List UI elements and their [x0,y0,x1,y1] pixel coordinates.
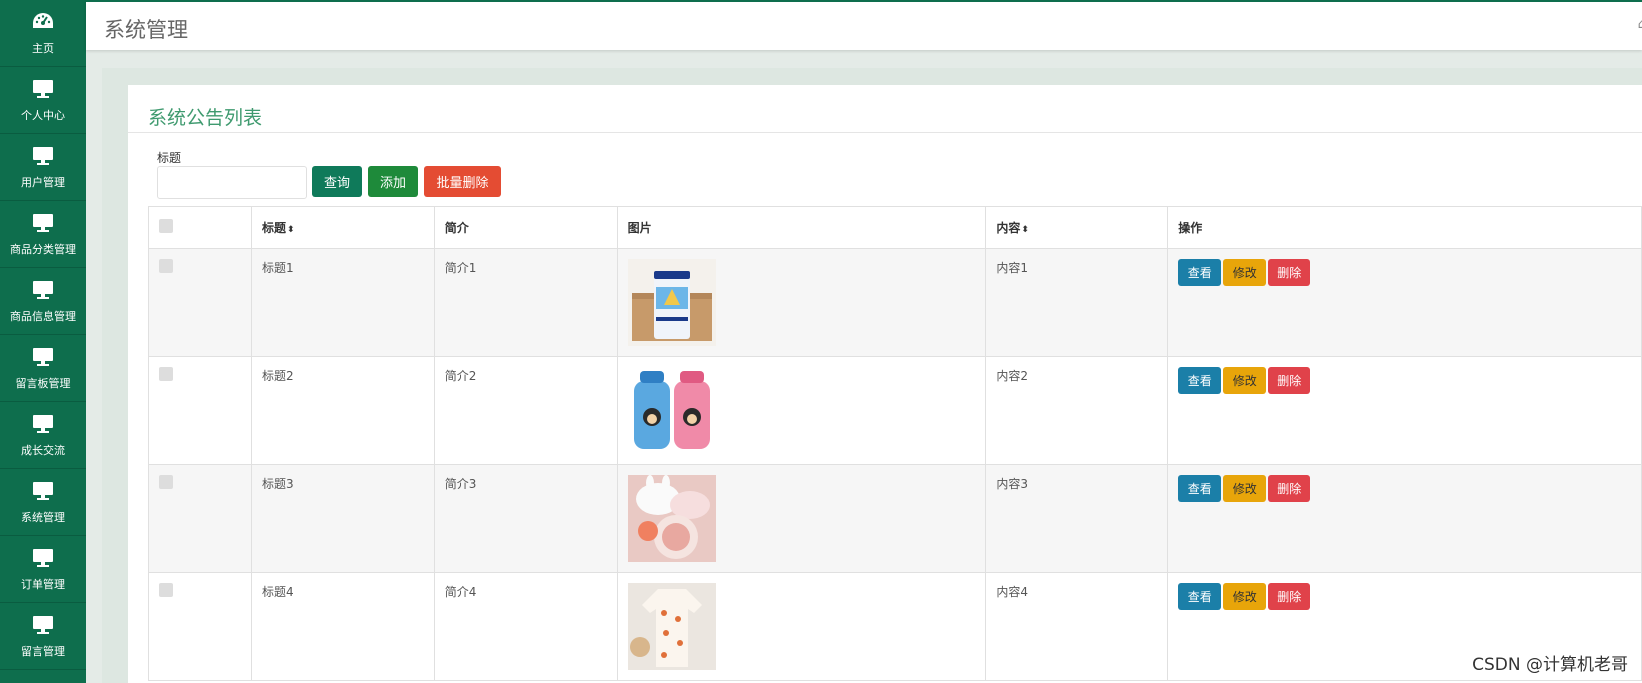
row-checkbox[interactable] [159,367,173,381]
monitor-icon [31,77,55,101]
edit-button[interactable]: 修改 [1223,367,1267,394]
home-icon[interactable]: ⌂ [1638,17,1642,32]
content-header-label: 内容 [996,221,1021,235]
row-content: 内容3 [985,464,1169,573]
table-header-row: 标题⬍ 简介 图片 内容⬍ 操作 [148,206,1642,249]
monitor-icon [31,412,55,436]
sidebar-item-order-management[interactable]: 订单管理 [0,536,86,603]
dashboard-icon [31,10,55,34]
sidebar-item-category-management[interactable]: 商品分类管理 [0,201,86,268]
sidebar-item-label: 系统管理 [21,511,65,524]
delete-button[interactable]: 删除 [1268,367,1311,394]
table-row: 标题2 简介2 内容2 查看 修改 删除 [148,356,1642,465]
title-header[interactable]: 标题⬍ [250,206,435,249]
intro-header: 简介 [433,206,618,249]
row-title: 标题1 [250,248,435,357]
sidebar-item-system-management[interactable]: 系统管理 [0,469,86,536]
search-label: 标题 [157,151,182,165]
row-content: 内容2 [985,356,1169,465]
sidebar-item-label: 个人中心 [21,109,65,122]
row-content: 内容1 [985,248,1169,357]
notice-table: 标题⬍ 简介 图片 内容⬍ 操作 标题1 简介1 内容1 查看 修改 删除 标题… [148,206,1642,681]
batch-delete-button[interactable]: 批量删除 [424,166,501,197]
view-button[interactable]: 查看 [1178,259,1222,286]
select-all-checkbox[interactable] [159,219,173,233]
row-intro: 简介4 [433,572,618,681]
edit-button[interactable]: 修改 [1223,259,1267,286]
query-button[interactable]: 查询 [312,166,362,197]
row-intro: 简介2 [433,356,618,465]
monitor-icon [31,546,55,570]
sidebar-item-label: 订单管理 [21,578,65,591]
sidebar-item-personal-center[interactable]: 个人中心 [0,67,86,134]
image-header: 图片 [616,206,987,249]
row-checkbox[interactable] [159,583,173,597]
sidebar-item-label: 成长交流 [21,444,65,457]
row-intro: 简介1 [433,248,618,357]
sidebar: 主页 个人中心 用户管理 商品分类管理 商品信息管理 留言板管理 成长交流 系统… [0,0,86,683]
panel-title: 系统公告列表 [148,107,263,129]
baby-bottles-image[interactable] [627,367,716,454]
view-button[interactable]: 查看 [1178,367,1222,394]
divider [128,132,1642,133]
row-checkbox[interactable] [159,259,173,273]
row-checkbox[interactable] [159,475,173,489]
sidebar-item-label: 留言板管理 [15,377,71,390]
sidebar-item-user-management[interactable]: 用户管理 [0,134,86,201]
delete-button[interactable]: 删除 [1268,259,1311,286]
table-row: 标题4 简介4 内容4 查看 修改 删除 [148,572,1642,681]
row-content: 内容4 [985,572,1169,681]
table-row: 标题3 简介3 内容3 查看 修改 删除 [148,464,1642,573]
monitor-icon [31,278,55,302]
row-title: 标题2 [250,356,435,465]
actions-header: 操作 [1167,206,1642,249]
sidebar-item-label: 留言管理 [21,645,65,658]
sidebar-item-label: 商品信息管理 [10,310,76,323]
row-intro: 简介3 [433,464,618,573]
view-button[interactable]: 查看 [1178,475,1222,502]
monitor-icon [31,144,55,168]
sidebar-item-home[interactable]: 主页 [0,0,86,67]
sidebar-item-message-management[interactable]: 留言管理 [0,603,86,670]
table-row: 标题1 简介1 内容1 查看 修改 删除 [148,248,1642,357]
edit-button[interactable]: 修改 [1223,583,1267,610]
delete-button[interactable]: 删除 [1268,583,1311,610]
edit-button[interactable]: 修改 [1223,475,1267,502]
sort-icon: ⬍ [286,225,295,235]
sort-icon: ⬍ [1021,225,1029,235]
row-title: 标题3 [250,464,435,573]
monitor-icon [31,613,55,637]
sidebar-item-growth-exchange[interactable]: 成长交流 [0,402,86,469]
watermark: CSDN @计算机老哥 [1472,655,1628,675]
sidebar-item-message-board[interactable]: 留言板管理 [0,335,86,402]
title-header-label: 标题 [261,221,286,235]
notice-list-panel: 系统公告列表 标题 查询 添加 批量删除 标题⬍ 简介 图片 内容⬍ 操作 标题… [128,85,1642,683]
add-button[interactable]: 添加 [368,166,418,197]
formula-can-image[interactable] [627,259,716,346]
top-bar: 系统管理 ⌂ [86,0,1642,50]
baby-clothes-image[interactable] [627,583,716,670]
select-all-header [148,206,252,249]
sidebar-item-product-management[interactable]: 商品信息管理 [0,268,86,335]
sidebar-item-label: 商品分类管理 [10,243,76,256]
monitor-icon [31,211,55,235]
monitor-icon [31,479,55,503]
content-header[interactable]: 内容⬍ [985,206,1169,249]
title-search-input[interactable] [157,166,307,199]
sidebar-item-label: 用户管理 [21,176,65,189]
view-button[interactable]: 查看 [1178,583,1222,610]
sidebar-item-label: 主页 [32,42,54,55]
delete-button[interactable]: 删除 [1268,475,1311,502]
row-title: 标题4 [250,572,435,681]
tableware-image[interactable] [627,475,716,562]
monitor-icon [31,345,55,369]
page-title: 系统管理 [104,18,188,42]
